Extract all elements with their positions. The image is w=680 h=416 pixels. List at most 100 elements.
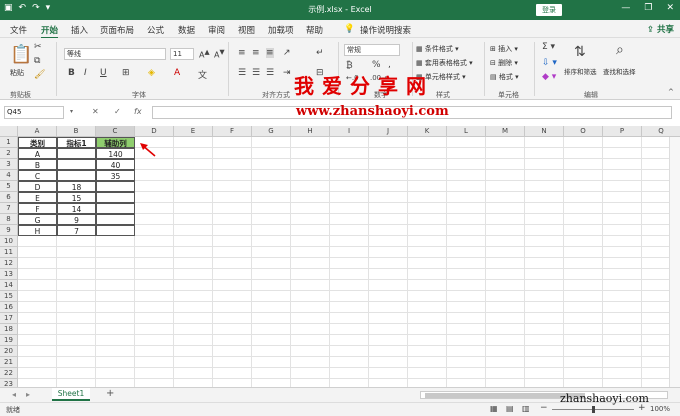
cell-i18[interactable] xyxy=(330,324,369,335)
cell-g5[interactable] xyxy=(252,181,291,192)
row-header-3[interactable]: 3 xyxy=(0,159,18,170)
format-cells-button[interactable]: ▤ 格式 ▾ xyxy=(490,72,519,82)
cell-c17[interactable] xyxy=(96,313,135,324)
cell-f18[interactable] xyxy=(213,324,252,335)
cell-k12[interactable] xyxy=(408,258,447,269)
cell-i4[interactable] xyxy=(330,170,369,181)
cell-n14[interactable] xyxy=(525,280,564,291)
cell-m3[interactable] xyxy=(486,159,525,170)
paste-icon[interactable]: 📋 xyxy=(10,44,32,65)
cell-c9[interactable] xyxy=(96,225,135,236)
cell-m8[interactable] xyxy=(486,214,525,225)
cell-f9[interactable] xyxy=(213,225,252,236)
namebox-dropdown-icon[interactable]: ▾ xyxy=(70,108,73,115)
cell-d8[interactable] xyxy=(135,214,174,225)
cell-i11[interactable] xyxy=(330,247,369,258)
cell-g20[interactable] xyxy=(252,346,291,357)
grow-font-icon[interactable]: A▲ xyxy=(199,48,210,60)
cell-e4[interactable] xyxy=(174,170,213,181)
cell-m17[interactable] xyxy=(486,313,525,324)
cell-i17[interactable] xyxy=(330,313,369,324)
cell-g10[interactable] xyxy=(252,236,291,247)
cell-m16[interactable] xyxy=(486,302,525,313)
row-header-22[interactable]: 22 xyxy=(0,368,18,379)
cell-a2[interactable]: A xyxy=(18,148,57,159)
cell-l21[interactable] xyxy=(447,357,486,368)
cell-m19[interactable] xyxy=(486,335,525,346)
cell-g19[interactable] xyxy=(252,335,291,346)
row-header-5[interactable]: 5 xyxy=(0,181,18,192)
cell-f22[interactable] xyxy=(213,368,252,379)
cancel-icon[interactable]: ✕ xyxy=(92,107,99,116)
cell-e10[interactable] xyxy=(174,236,213,247)
cell-m10[interactable] xyxy=(486,236,525,247)
cell-a20[interactable] xyxy=(18,346,57,357)
cell-g17[interactable] xyxy=(252,313,291,324)
cell-j17[interactable] xyxy=(369,313,408,324)
page-layout-view-icon[interactable]: ▤ xyxy=(506,404,514,413)
cell-p1[interactable] xyxy=(603,137,642,148)
column-header-c[interactable]: C xyxy=(96,126,135,137)
cell-i13[interactable] xyxy=(330,269,369,280)
cell-f6[interactable] xyxy=(213,192,252,203)
row-header-1[interactable]: 1 xyxy=(0,137,18,148)
cell-h15[interactable] xyxy=(291,291,330,302)
row-header-18[interactable]: 18 xyxy=(0,324,18,335)
cell-p5[interactable] xyxy=(603,181,642,192)
wrap-text-icon[interactable]: ↵ xyxy=(316,48,324,58)
cell-i2[interactable] xyxy=(330,148,369,159)
row-header-9[interactable]: 9 xyxy=(0,225,18,236)
cell-a4[interactable]: C xyxy=(18,170,57,181)
cell-e9[interactable] xyxy=(174,225,213,236)
cell-b8[interactable]: 9 xyxy=(57,214,96,225)
column-header-o[interactable]: O xyxy=(564,126,603,137)
cell-d11[interactable] xyxy=(135,247,174,258)
cell-l12[interactable] xyxy=(447,258,486,269)
tab-insert[interactable]: 插入 xyxy=(71,24,88,36)
cell-g16[interactable] xyxy=(252,302,291,313)
select-all-corner[interactable] xyxy=(0,126,18,137)
bold-button[interactable]: B xyxy=(68,68,75,78)
cell-f4[interactable] xyxy=(213,170,252,181)
cell-j22[interactable] xyxy=(369,368,408,379)
cell-j13[interactable] xyxy=(369,269,408,280)
cell-l11[interactable] xyxy=(447,247,486,258)
insert-cells-button[interactable]: ⊞ 插入 ▾ xyxy=(490,44,518,54)
cell-c12[interactable] xyxy=(96,258,135,269)
cell-p14[interactable] xyxy=(603,280,642,291)
cell-k18[interactable] xyxy=(408,324,447,335)
cell-o7[interactable] xyxy=(564,203,603,214)
cell-b5[interactable]: 18 xyxy=(57,181,96,192)
cell-k17[interactable] xyxy=(408,313,447,324)
cell-k16[interactable] xyxy=(408,302,447,313)
align-bottom-icon[interactable]: ≡ xyxy=(266,48,274,58)
cell-d14[interactable] xyxy=(135,280,174,291)
cell-i16[interactable] xyxy=(330,302,369,313)
cell-a1[interactable]: 类别 xyxy=(18,137,57,148)
prev-sheet-icon[interactable]: ◂ xyxy=(12,390,16,399)
orientation-icon[interactable]: ↗ xyxy=(283,48,291,58)
cell-d13[interactable] xyxy=(135,269,174,280)
cell-d21[interactable] xyxy=(135,357,174,368)
cell-l14[interactable] xyxy=(447,280,486,291)
cell-a14[interactable] xyxy=(18,280,57,291)
cell-e11[interactable] xyxy=(174,247,213,258)
page-break-view-icon[interactable]: ▥ xyxy=(522,404,530,413)
cell-e15[interactable] xyxy=(174,291,213,302)
row-header-10[interactable]: 10 xyxy=(0,236,18,247)
cell-f14[interactable] xyxy=(213,280,252,291)
cell-d17[interactable] xyxy=(135,313,174,324)
cell-n22[interactable] xyxy=(525,368,564,379)
cell-f3[interactable] xyxy=(213,159,252,170)
cell-g13[interactable] xyxy=(252,269,291,280)
vertical-scrollbar[interactable] xyxy=(669,137,680,387)
cell-g1[interactable] xyxy=(252,137,291,148)
column-header-i[interactable]: I xyxy=(330,126,369,137)
cell-e16[interactable] xyxy=(174,302,213,313)
fill-icon[interactable]: ⇩ ▾ xyxy=(542,58,557,68)
cell-l7[interactable] xyxy=(447,203,486,214)
cell-h14[interactable] xyxy=(291,280,330,291)
row-header-4[interactable]: 4 xyxy=(0,170,18,181)
cell-d4[interactable] xyxy=(135,170,174,181)
cell-k7[interactable] xyxy=(408,203,447,214)
